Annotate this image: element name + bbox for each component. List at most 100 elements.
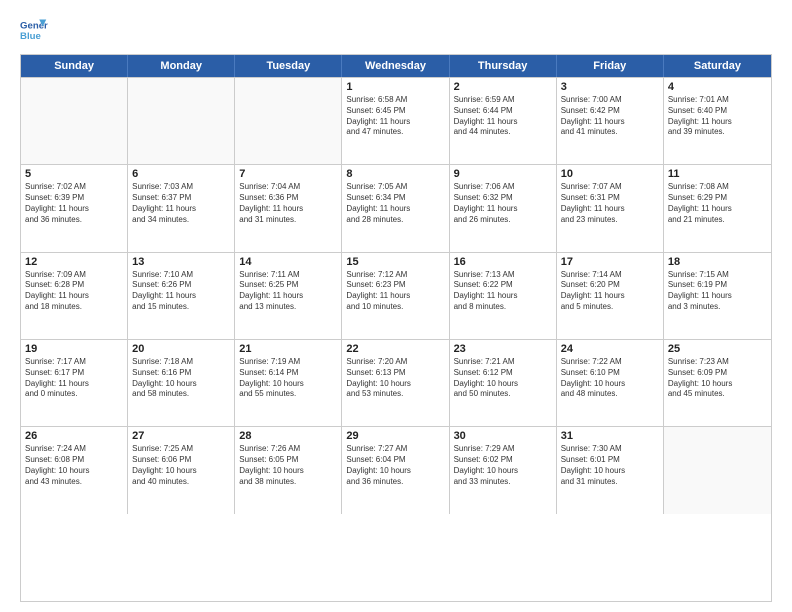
day-info: Sunrise: 7:01 AM Sunset: 6:40 PM Dayligh… [668,95,767,138]
calendar-cell: 29 Sunrise: 7:27 AM Sunset: 6:04 PM Dayli… [342,427,449,513]
day-number: 4 [668,81,767,93]
day-number: 31 [561,430,659,442]
day-info: Sunrise: 7:04 AM Sunset: 6:36 PM Dayligh… [239,182,337,225]
svg-text:Blue: Blue [20,31,41,42]
calendar-cell: 7Sunrise: 7:04 AM Sunset: 6:36 PM Daylig… [235,165,342,251]
weekday-header: Thursday [450,55,557,77]
day-info: Sunrise: 7:00 AM Sunset: 6:42 PM Dayligh… [561,95,659,138]
day-number: 8 [346,168,444,180]
day-number: 25 [668,343,767,355]
day-info: Sunrise: 7:15 AM Sunset: 6:19 PM Dayligh… [668,270,767,313]
day-info: Sunrise: 7:07 AM Sunset: 6:31 PM Dayligh… [561,182,659,225]
weekday-header: Wednesday [342,55,449,77]
calendar-cell: 2 Sunrise: 6:59 AM Sunset: 6:44 PM Daylig… [450,78,557,164]
day-info: Sunrise: 7:23 AM Sunset: 6:09 PM Dayligh… [668,357,767,400]
day-number: 24 [561,343,659,355]
day-info: Sunrise: 7:29 AM Sunset: 6:02 PM Dayligh… [454,444,552,487]
day-number: 6 [132,168,230,180]
day-number: 27 [132,430,230,442]
day-info: Sunrise: 6:59 AM Sunset: 6:44 PM Dayligh… [454,95,552,138]
day-number: 11 [668,168,767,180]
calendar-cell: 18 Sunrise: 7:15 AM Sunset: 6:19 PM Dayli… [664,253,771,339]
calendar-cell: 21 Sunrise: 7:19 AM Sunset: 6:14 PM Dayli… [235,340,342,426]
calendar-cell: 30Sunrise: 7:29 AM Sunset: 6:02 PM Dayli… [450,427,557,513]
weekday-header: Friday [557,55,664,77]
day-number: 20 [132,343,230,355]
day-info: Sunrise: 7:06 AM Sunset: 6:32 PM Dayligh… [454,182,552,225]
logo: General Blue [20,16,48,44]
day-info: Sunrise: 7:05 AM Sunset: 6:34 PM Dayligh… [346,182,444,225]
day-number: 15 [346,256,444,268]
calendar-cell: 17 Sunrise: 7:14 AM Sunset: 6:20 PM Dayli… [557,253,664,339]
day-info: Sunrise: 7:27 AM Sunset: 6:04 PM Dayligh… [346,444,444,487]
day-info: Sunrise: 7:09 AM Sunset: 6:28 PM Dayligh… [25,270,123,313]
calendar-row: 1Sunrise: 6:58 AM Sunset: 6:45 PM Daylig… [21,77,771,164]
day-info: Sunrise: 7:21 AM Sunset: 6:12 PM Dayligh… [454,357,552,400]
day-info: Sunrise: 7:20 AM Sunset: 6:13 PM Dayligh… [346,357,444,400]
weekday-header: Saturday [664,55,771,77]
calendar-cell: 10 Sunrise: 7:07 AM Sunset: 6:31 PM Dayli… [557,165,664,251]
day-info: Sunrise: 7:08 AM Sunset: 6:29 PM Dayligh… [668,182,767,225]
calendar-cell: 31 Sunrise: 7:30 AM Sunset: 6:01 PM Dayli… [557,427,664,513]
calendar-cell [235,78,342,164]
day-number: 22 [346,343,444,355]
day-info: Sunrise: 7:18 AM Sunset: 6:16 PM Dayligh… [132,357,230,400]
calendar-cell: 15 Sunrise: 7:12 AM Sunset: 6:23 PM Dayli… [342,253,449,339]
calendar-cell: 20 Sunrise: 7:18 AM Sunset: 6:16 PM Dayli… [128,340,235,426]
day-info: Sunrise: 7:24 AM Sunset: 6:08 PM Dayligh… [25,444,123,487]
day-number: 2 [454,81,552,93]
day-number: 16 [454,256,552,268]
calendar-cell [664,427,771,513]
day-number: 26 [25,430,123,442]
header: General Blue [20,16,772,44]
calendar-header: SundayMondayTuesdayWednesdayThursdayFrid… [21,55,771,77]
day-number: 21 [239,343,337,355]
calendar-cell: 27 Sunrise: 7:25 AM Sunset: 6:06 PM Dayli… [128,427,235,513]
day-number: 18 [668,256,767,268]
calendar-cell: 23Sunrise: 7:21 AM Sunset: 6:12 PM Dayli… [450,340,557,426]
calendar-cell: 5 Sunrise: 7:02 AM Sunset: 6:39 PM Daylig… [21,165,128,251]
calendar-row: 12Sunrise: 7:09 AM Sunset: 6:28 PM Dayli… [21,252,771,339]
calendar-cell: 11 Sunrise: 7:08 AM Sunset: 6:29 PM Dayli… [664,165,771,251]
day-info: Sunrise: 7:14 AM Sunset: 6:20 PM Dayligh… [561,270,659,313]
day-info: Sunrise: 7:22 AM Sunset: 6:10 PM Dayligh… [561,357,659,400]
day-info: Sunrise: 6:58 AM Sunset: 6:45 PM Dayligh… [346,95,444,138]
calendar-row: 19Sunrise: 7:17 AM Sunset: 6:17 PM Dayli… [21,339,771,426]
calendar-cell: 3 Sunrise: 7:00 AM Sunset: 6:42 PM Daylig… [557,78,664,164]
day-info: Sunrise: 7:19 AM Sunset: 6:14 PM Dayligh… [239,357,337,400]
calendar-cell: 9Sunrise: 7:06 AM Sunset: 6:32 PM Daylig… [450,165,557,251]
calendar-cell: 8 Sunrise: 7:05 AM Sunset: 6:34 PM Daylig… [342,165,449,251]
calendar-cell: 22 Sunrise: 7:20 AM Sunset: 6:13 PM Dayli… [342,340,449,426]
day-number: 29 [346,430,444,442]
calendar-row: 5 Sunrise: 7:02 AM Sunset: 6:39 PM Daylig… [21,164,771,251]
weekday-header: Monday [128,55,235,77]
calendar-cell: 12Sunrise: 7:09 AM Sunset: 6:28 PM Dayli… [21,253,128,339]
day-info: Sunrise: 7:25 AM Sunset: 6:06 PM Dayligh… [132,444,230,487]
calendar-cell: 4 Sunrise: 7:01 AM Sunset: 6:40 PM Daylig… [664,78,771,164]
calendar-cell: 13 Sunrise: 7:10 AM Sunset: 6:26 PM Dayli… [128,253,235,339]
calendar: SundayMondayTuesdayWednesdayThursdayFrid… [20,54,772,602]
day-number: 14 [239,256,337,268]
day-info: Sunrise: 7:30 AM Sunset: 6:01 PM Dayligh… [561,444,659,487]
day-info: Sunrise: 7:26 AM Sunset: 6:05 PM Dayligh… [239,444,337,487]
calendar-cell: 6 Sunrise: 7:03 AM Sunset: 6:37 PM Daylig… [128,165,235,251]
day-info: Sunrise: 7:12 AM Sunset: 6:23 PM Dayligh… [346,270,444,313]
day-number: 13 [132,256,230,268]
day-number: 28 [239,430,337,442]
weekday-header: Sunday [21,55,128,77]
day-info: Sunrise: 7:03 AM Sunset: 6:37 PM Dayligh… [132,182,230,225]
day-info: Sunrise: 7:10 AM Sunset: 6:26 PM Dayligh… [132,270,230,313]
calendar-cell: 26 Sunrise: 7:24 AM Sunset: 6:08 PM Dayli… [21,427,128,513]
calendar-cell [21,78,128,164]
calendar-cell: 25 Sunrise: 7:23 AM Sunset: 6:09 PM Dayli… [664,340,771,426]
day-info: Sunrise: 7:11 AM Sunset: 6:25 PM Dayligh… [239,270,337,313]
calendar-cell: 1Sunrise: 6:58 AM Sunset: 6:45 PM Daylig… [342,78,449,164]
day-info: Sunrise: 7:02 AM Sunset: 6:39 PM Dayligh… [25,182,123,225]
calendar-cell: 14 Sunrise: 7:11 AM Sunset: 6:25 PM Dayli… [235,253,342,339]
calendar-cell: 19Sunrise: 7:17 AM Sunset: 6:17 PM Dayli… [21,340,128,426]
day-number: 3 [561,81,659,93]
day-number: 10 [561,168,659,180]
day-number: 5 [25,168,123,180]
page: General Blue SundayMondayTuesdayWednesda… [0,0,792,612]
day-number: 17 [561,256,659,268]
